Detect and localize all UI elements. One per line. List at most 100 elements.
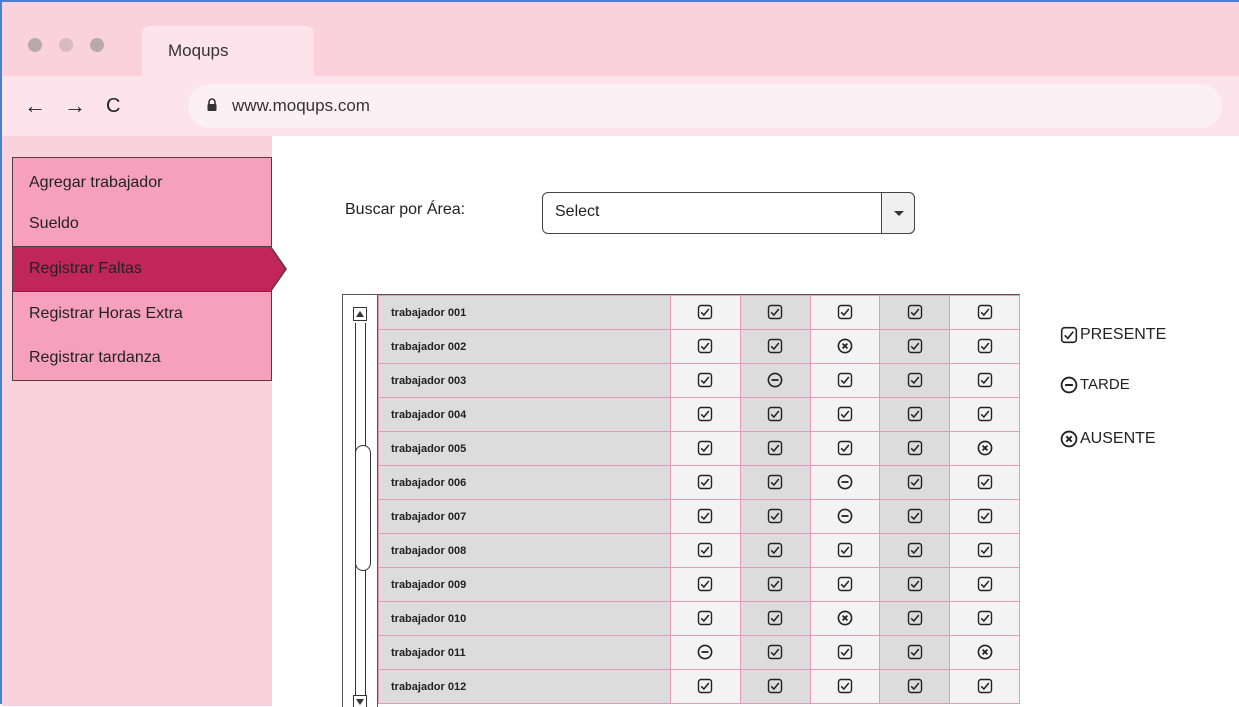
minimize-window-dot[interactable] bbox=[59, 38, 73, 52]
attendance-cell[interactable] bbox=[670, 567, 741, 602]
attendance-cell[interactable] bbox=[739, 465, 811, 500]
attendance-cell[interactable] bbox=[879, 329, 951, 364]
attendance-cell[interactable] bbox=[949, 329, 1020, 364]
attendance-cell[interactable] bbox=[879, 499, 951, 534]
check-icon bbox=[767, 406, 783, 422]
maximize-window-dot[interactable] bbox=[90, 38, 104, 52]
scroll-up-icon[interactable] bbox=[353, 307, 367, 321]
scroll-thumb[interactable] bbox=[355, 445, 371, 571]
attendance-cell[interactable] bbox=[739, 601, 811, 636]
attendance-cell[interactable] bbox=[670, 363, 741, 398]
attendance-cell[interactable] bbox=[879, 295, 951, 330]
sidebar-item-agregar-trabajador[interactable]: Agregar trabajador bbox=[12, 157, 272, 202]
attendance-cell[interactable] bbox=[739, 669, 811, 704]
attendance-cell[interactable] bbox=[879, 669, 951, 704]
attendance-cell[interactable] bbox=[879, 533, 951, 568]
attendance-cell[interactable] bbox=[670, 499, 741, 534]
sidebar-item-registrar-tardanza[interactable]: Registrar tardanza bbox=[12, 336, 272, 381]
table-row: trabajador 003 bbox=[377, 363, 1020, 398]
attendance-cell[interactable] bbox=[809, 635, 881, 670]
forward-arrow-icon[interactable]: → bbox=[64, 95, 86, 117]
attendance-cell[interactable] bbox=[809, 601, 881, 636]
attendance-cell[interactable] bbox=[739, 363, 811, 398]
attendance-cell[interactable] bbox=[809, 329, 881, 364]
check-icon bbox=[907, 678, 923, 694]
attendance-cell[interactable] bbox=[670, 295, 741, 330]
attendance-cell[interactable] bbox=[809, 397, 881, 432]
check-icon bbox=[977, 610, 993, 626]
browser-tab[interactable]: Moqups bbox=[142, 26, 314, 76]
worker-name: trabajador 007 bbox=[377, 499, 672, 534]
attendance-cell[interactable] bbox=[809, 533, 881, 568]
attendance-cell[interactable] bbox=[879, 465, 951, 500]
attendance-cell[interactable] bbox=[949, 669, 1020, 704]
attendance-cell[interactable] bbox=[739, 567, 811, 602]
attendance-cell[interactable] bbox=[670, 329, 741, 364]
attendance-cell[interactable] bbox=[949, 567, 1020, 602]
x-circle-icon bbox=[1060, 430, 1078, 448]
check-icon bbox=[977, 508, 993, 524]
attendance-cell[interactable] bbox=[949, 465, 1020, 500]
attendance-cell[interactable] bbox=[949, 397, 1020, 432]
table-row: trabajador 008 bbox=[377, 533, 1020, 568]
table-row: trabajador 004 bbox=[377, 397, 1020, 432]
attendance-cell[interactable] bbox=[949, 601, 1020, 636]
attendance-cell[interactable] bbox=[739, 397, 811, 432]
attendance-cell[interactable] bbox=[670, 635, 741, 670]
attendance-cell[interactable] bbox=[879, 601, 951, 636]
worker-name: trabajador 010 bbox=[377, 601, 672, 636]
attendance-cell[interactable] bbox=[949, 533, 1020, 568]
attendance-cell[interactable] bbox=[670, 397, 741, 432]
scroll-down-icon[interactable] bbox=[353, 695, 367, 707]
worker-name: trabajador 001 bbox=[377, 295, 672, 330]
worker-name: trabajador 009 bbox=[377, 567, 672, 602]
attendance-cell[interactable] bbox=[949, 635, 1020, 670]
attendance-cell[interactable] bbox=[949, 499, 1020, 534]
close-window-dot[interactable] bbox=[28, 38, 42, 52]
attendance-cell[interactable] bbox=[739, 499, 811, 534]
legend-present-label: PRESENTE bbox=[1080, 326, 1167, 344]
attendance-cell[interactable] bbox=[879, 567, 951, 602]
attendance-cell[interactable] bbox=[809, 465, 881, 500]
check-icon bbox=[697, 542, 713, 558]
attendance-cell[interactable] bbox=[739, 533, 811, 568]
attendance-cell[interactable] bbox=[670, 669, 741, 704]
attendance-cell[interactable] bbox=[739, 431, 811, 466]
sidebar-item-registrar-horas-extra[interactable]: Registrar Horas Extra bbox=[12, 292, 272, 336]
attendance-cell[interactable] bbox=[739, 329, 811, 364]
attendance-cell[interactable] bbox=[739, 295, 811, 330]
attendance-cell[interactable] bbox=[879, 635, 951, 670]
check-icon bbox=[767, 542, 783, 558]
area-select[interactable]: Select bbox=[542, 192, 915, 234]
chevron-down-icon[interactable] bbox=[881, 192, 915, 234]
attendance-cell[interactable] bbox=[670, 601, 741, 636]
reload-icon[interactable]: C bbox=[106, 96, 120, 116]
check-icon bbox=[977, 338, 993, 354]
attendance-cell[interactable] bbox=[949, 431, 1020, 466]
attendance-cell[interactable] bbox=[809, 431, 881, 466]
url-field[interactable]: www.moqups.com bbox=[188, 84, 1222, 128]
attendance-cell[interactable] bbox=[809, 295, 881, 330]
attendance-cell[interactable] bbox=[670, 533, 741, 568]
check-icon bbox=[977, 474, 993, 490]
attendance-cell[interactable] bbox=[879, 363, 951, 398]
attendance-cell[interactable] bbox=[949, 295, 1020, 330]
sidebar-item-registrar-faltas[interactable]: Registrar Faltas bbox=[12, 246, 287, 292]
attendance-cell[interactable] bbox=[809, 499, 881, 534]
legend-absent-label: AUSENTE bbox=[1080, 430, 1156, 448]
attendance-cell[interactable] bbox=[809, 567, 881, 602]
attendance-cell[interactable] bbox=[670, 465, 741, 500]
sidebar-item-label: Registrar tardanza bbox=[29, 349, 161, 366]
back-arrow-icon[interactable]: ← bbox=[24, 95, 46, 117]
attendance-cell[interactable] bbox=[879, 397, 951, 432]
attendance-cell[interactable] bbox=[739, 635, 811, 670]
attendance-cell[interactable] bbox=[879, 431, 951, 466]
attendance-cell[interactable] bbox=[670, 431, 741, 466]
legend-present: PRESENTE bbox=[1060, 326, 1166, 344]
attendance-cell[interactable] bbox=[809, 363, 881, 398]
sidebar-item-sueldo[interactable]: Sueldo bbox=[12, 202, 272, 246]
attendance-cell[interactable] bbox=[809, 669, 881, 704]
vertical-scrollbar[interactable] bbox=[343, 295, 378, 707]
attendance-cell[interactable] bbox=[949, 363, 1020, 398]
check-icon bbox=[837, 440, 853, 456]
